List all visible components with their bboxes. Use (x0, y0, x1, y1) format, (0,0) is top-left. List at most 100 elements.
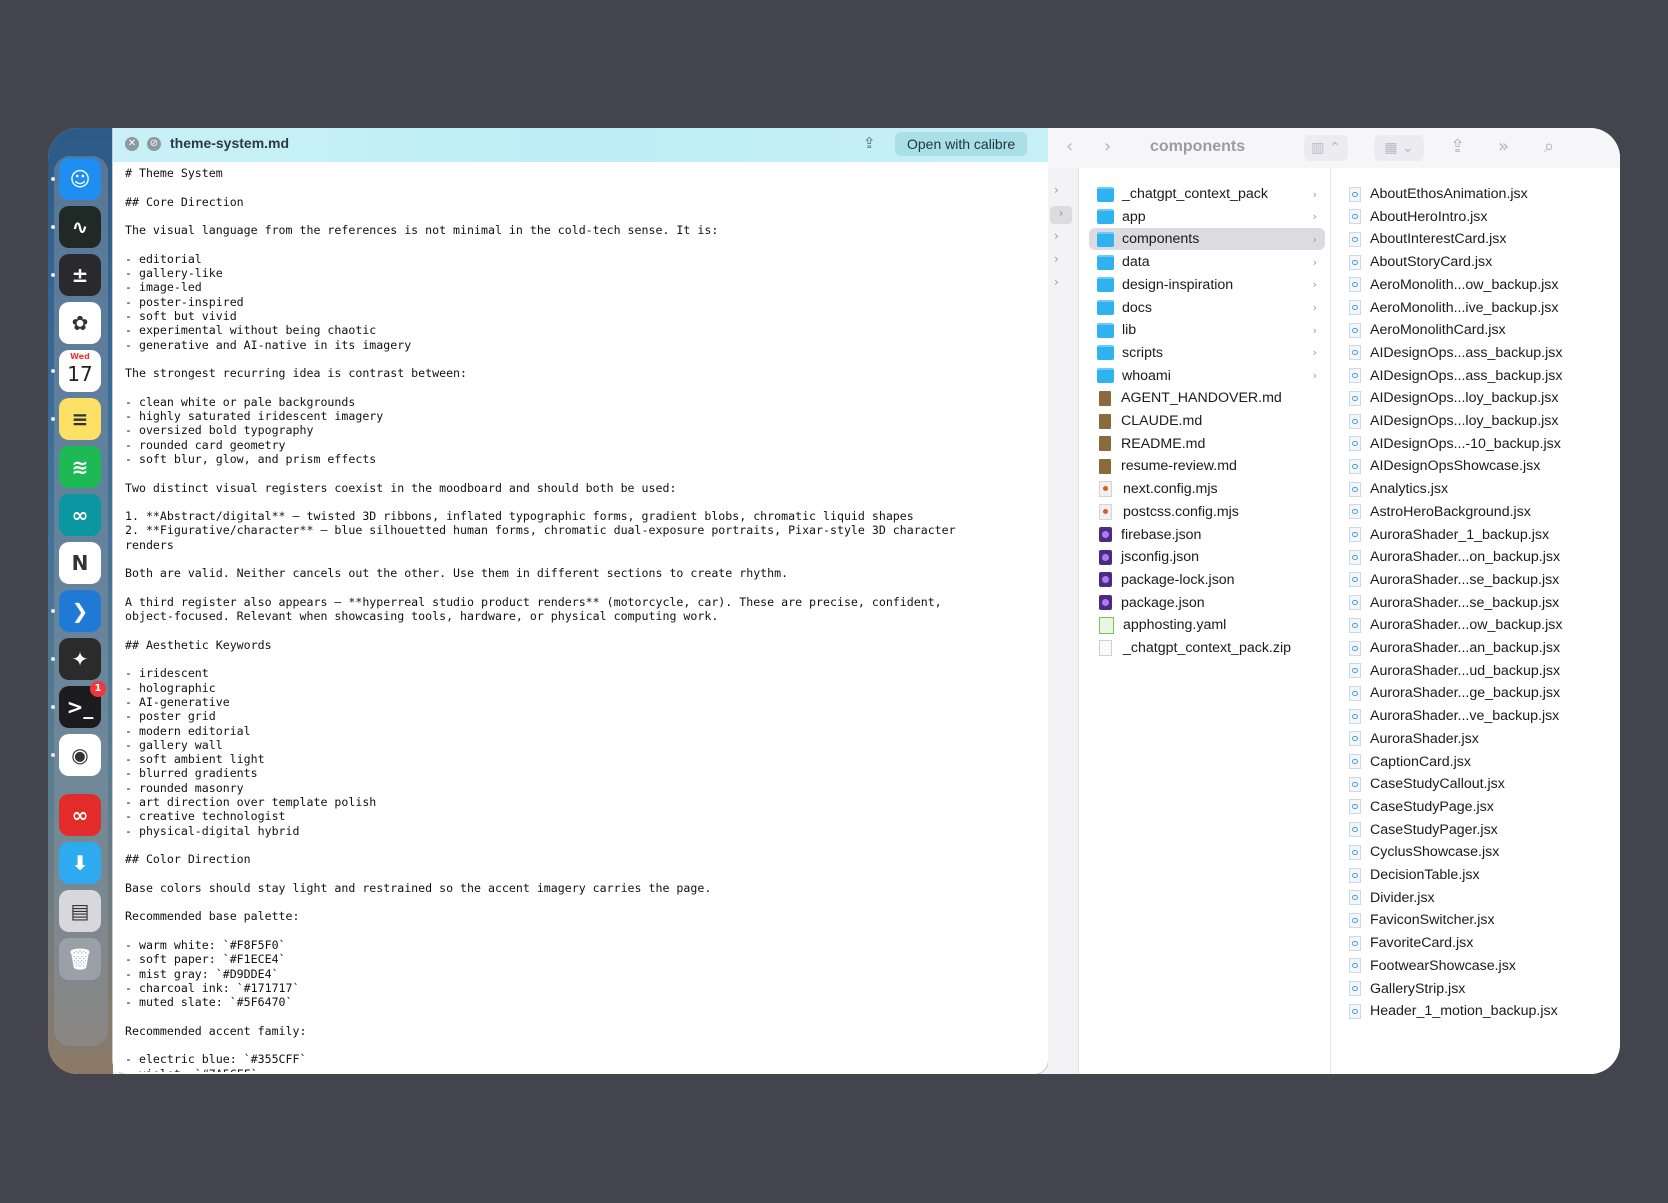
file-item[interactable]: CaseStudyPager.jsx (1339, 819, 1619, 841)
file-item[interactable]: AIDesignOps...loy_backup.jsx (1339, 387, 1619, 409)
folder-item[interactable]: app › (1089, 206, 1325, 228)
file-item[interactable]: AuroraShader_1_backup.jsx (1339, 524, 1619, 546)
file-item[interactable]: jsconfig.json (1089, 546, 1325, 568)
file-item[interactable]: AboutInterestCard.jsx (1339, 228, 1619, 250)
folder-item[interactable]: docs › (1089, 297, 1325, 319)
more-icon[interactable]: » (1498, 136, 1509, 157)
fullscreen-icon[interactable]: ⊘ (147, 137, 161, 151)
open-with-button[interactable]: Open with calibre (895, 132, 1028, 156)
back-icon[interactable]: ‹ (1066, 136, 1073, 157)
file-item[interactable]: Analytics.jsx (1339, 478, 1619, 500)
disclosure-chevron-icon[interactable]: › (1050, 206, 1072, 224)
file-item[interactable]: AeroMonolith...ive_backup.jsx (1339, 297, 1619, 319)
document-preview[interactable]: # Theme System ## Core Direction The vis… (113, 162, 1042, 1072)
column-view-icon[interactable]: ▥ ⌃ (1304, 135, 1348, 161)
chevron-right-icon: › (1312, 346, 1317, 360)
downloads-folder-icon[interactable]: ⬇ (59, 842, 101, 884)
figma-icon[interactable]: ✦ (59, 638, 101, 680)
file-item[interactable]: AIDesignOpsShowcase.jsx (1339, 455, 1619, 477)
file-item[interactable]: AuroraShader...an_backup.jsx (1339, 637, 1619, 659)
file-item[interactable]: AIDesignOps...-10_backup.jsx (1339, 433, 1619, 455)
file-item[interactable]: CaptionCard.jsx (1339, 751, 1619, 773)
file-item[interactable]: _chatgpt_context_pack.zip (1089, 637, 1325, 659)
item-label: CaseStudyPage.jsx (1370, 798, 1494, 815)
project-column[interactable]: _chatgpt_context_pack › app › components › dat… (1079, 168, 1331, 1074)
disclosure-chevron-icon[interactable]: › (1054, 275, 1068, 293)
file-item[interactable]: AGENT_HANDOVER.md (1089, 387, 1325, 409)
file-item[interactable]: AIDesignOps...loy_backup.jsx (1339, 410, 1619, 432)
arduino-icon[interactable]: ∞ (59, 494, 101, 536)
forward-icon[interactable]: › (1104, 136, 1111, 157)
folder-item[interactable]: design-inspiration › (1089, 274, 1325, 296)
group-view-icon[interactable]: ▦ ⌄ (1374, 135, 1424, 161)
components-column[interactable]: AboutEthosAnimation.jsx AboutHeroIntro.js… (1331, 168, 1620, 1074)
share-icon[interactable]: ⇪ (863, 134, 881, 154)
file-item[interactable]: AuroraShader...se_backup.jsx (1339, 569, 1619, 591)
file-item[interactable]: AuroraShader...ge_backup.jsx (1339, 682, 1619, 704)
file-item[interactable]: GalleryStrip.jsx (1339, 978, 1619, 1000)
disclosure-chevron-icon[interactable]: › (1054, 229, 1068, 247)
trash-icon[interactable]: 🗑 (59, 938, 101, 980)
finder-icon[interactable]: ☺ (59, 158, 101, 200)
file-item[interactable]: AuroraShader...ve_backup.jsx (1339, 705, 1619, 727)
file-item[interactable]: FaviconSwitcher.jsx (1339, 909, 1619, 931)
file-item[interactable]: AboutStoryCard.jsx (1339, 251, 1619, 273)
notion-icon[interactable]: N (59, 542, 101, 584)
file-item[interactable]: CyclusShowcase.jsx (1339, 841, 1619, 863)
folder-item[interactable]: scripts › (1089, 342, 1325, 364)
terminal-icon[interactable]: >_ 1 (59, 681, 106, 728)
file-item[interactable]: AeroMonolith...ow_backup.jsx (1339, 274, 1619, 296)
folder-item[interactable]: lib › (1089, 319, 1325, 341)
calculator-icon[interactable]: ± (59, 254, 101, 296)
creative-cloud-icon[interactable]: ∞ (59, 794, 101, 836)
file-item[interactable]: package.json (1089, 592, 1325, 614)
file-item[interactable]: AboutHeroIntro.jsx (1339, 206, 1619, 228)
disclosure-chevron-icon[interactable]: › (1054, 252, 1068, 270)
file-item[interactable]: Divider.jsx (1339, 887, 1619, 909)
file-item[interactable]: CLAUDE.md (1089, 410, 1325, 432)
close-icon[interactable]: ✕ (125, 137, 139, 151)
notes-icon[interactable]: ≡ (59, 398, 101, 440)
file-item[interactable]: AstroHeroBackground.jsx (1339, 501, 1619, 523)
file-item[interactable]: apphosting.yaml (1089, 614, 1325, 636)
file-item[interactable]: README.md (1089, 433, 1325, 455)
calendar-icon[interactable]: Wed 17 (59, 350, 101, 392)
file-item[interactable]: AIDesignOps...ass_backup.jsx (1339, 365, 1619, 387)
chevron-right-icon: › (1312, 232, 1317, 246)
folder-item[interactable]: whoami › (1089, 365, 1325, 387)
folder-item[interactable]: data › (1089, 251, 1325, 273)
file-item[interactable]: postcss.config.mjs (1089, 501, 1325, 523)
activity-monitor-icon[interactable]: ∿ (59, 206, 101, 248)
share-icon[interactable]: ⇪ (1450, 136, 1465, 157)
folder-item[interactable]: _chatgpt_context_pack › (1089, 183, 1325, 205)
chrome-glyph: ◉ (71, 743, 89, 767)
file-item[interactable]: AeroMonolithCard.jsx (1339, 319, 1619, 341)
file-item[interactable]: resume-review.md (1089, 455, 1325, 477)
file-item[interactable]: FavoriteCard.jsx (1339, 932, 1619, 954)
file-item[interactable]: FootwearShowcase.jsx (1339, 955, 1619, 977)
disclosure-chevron-icon[interactable]: › (1054, 183, 1068, 201)
photos-icon[interactable]: ✿ (59, 302, 101, 344)
file-item[interactable]: AuroraShader...se_backup.jsx (1339, 592, 1619, 614)
file-item[interactable]: AboutEthosAnimation.jsx (1339, 183, 1619, 205)
file-item[interactable]: package-lock.json (1089, 569, 1325, 591)
file-item[interactable]: AuroraShader...on_backup.jsx (1339, 546, 1619, 568)
file-item[interactable]: AuroraShader.jsx (1339, 728, 1619, 750)
vscode-icon[interactable]: ❯ (59, 590, 101, 632)
search-icon[interactable]: ⌕ (1544, 136, 1554, 157)
folder-item[interactable]: components › (1089, 228, 1325, 251)
file-item[interactable]: CaseStudyPage.jsx (1339, 796, 1619, 818)
item-label: AeroMonolith...ow_backup.jsx (1370, 276, 1559, 293)
file-item[interactable]: AIDesignOps...ass_backup.jsx (1339, 342, 1619, 364)
file-item[interactable]: DecisionTable.jsx (1339, 864, 1619, 886)
file-item[interactable]: next.config.mjs (1089, 478, 1325, 500)
file-item[interactable]: AuroraShader...ud_backup.jsx (1339, 660, 1619, 682)
file-item[interactable]: Header_1_motion_backup.jsx (1339, 1000, 1619, 1022)
recent-window-icon[interactable]: ▤ (59, 890, 101, 932)
notes-glyph: ≡ (71, 407, 89, 431)
chrome-icon[interactable]: ◉ (59, 734, 101, 776)
file-item[interactable]: CaseStudyCallout.jsx (1339, 773, 1619, 795)
file-item[interactable]: AuroraShader...ow_backup.jsx (1339, 614, 1619, 636)
file-item[interactable]: firebase.json (1089, 524, 1325, 546)
spotify-icon[interactable]: ≋ (59, 446, 101, 488)
